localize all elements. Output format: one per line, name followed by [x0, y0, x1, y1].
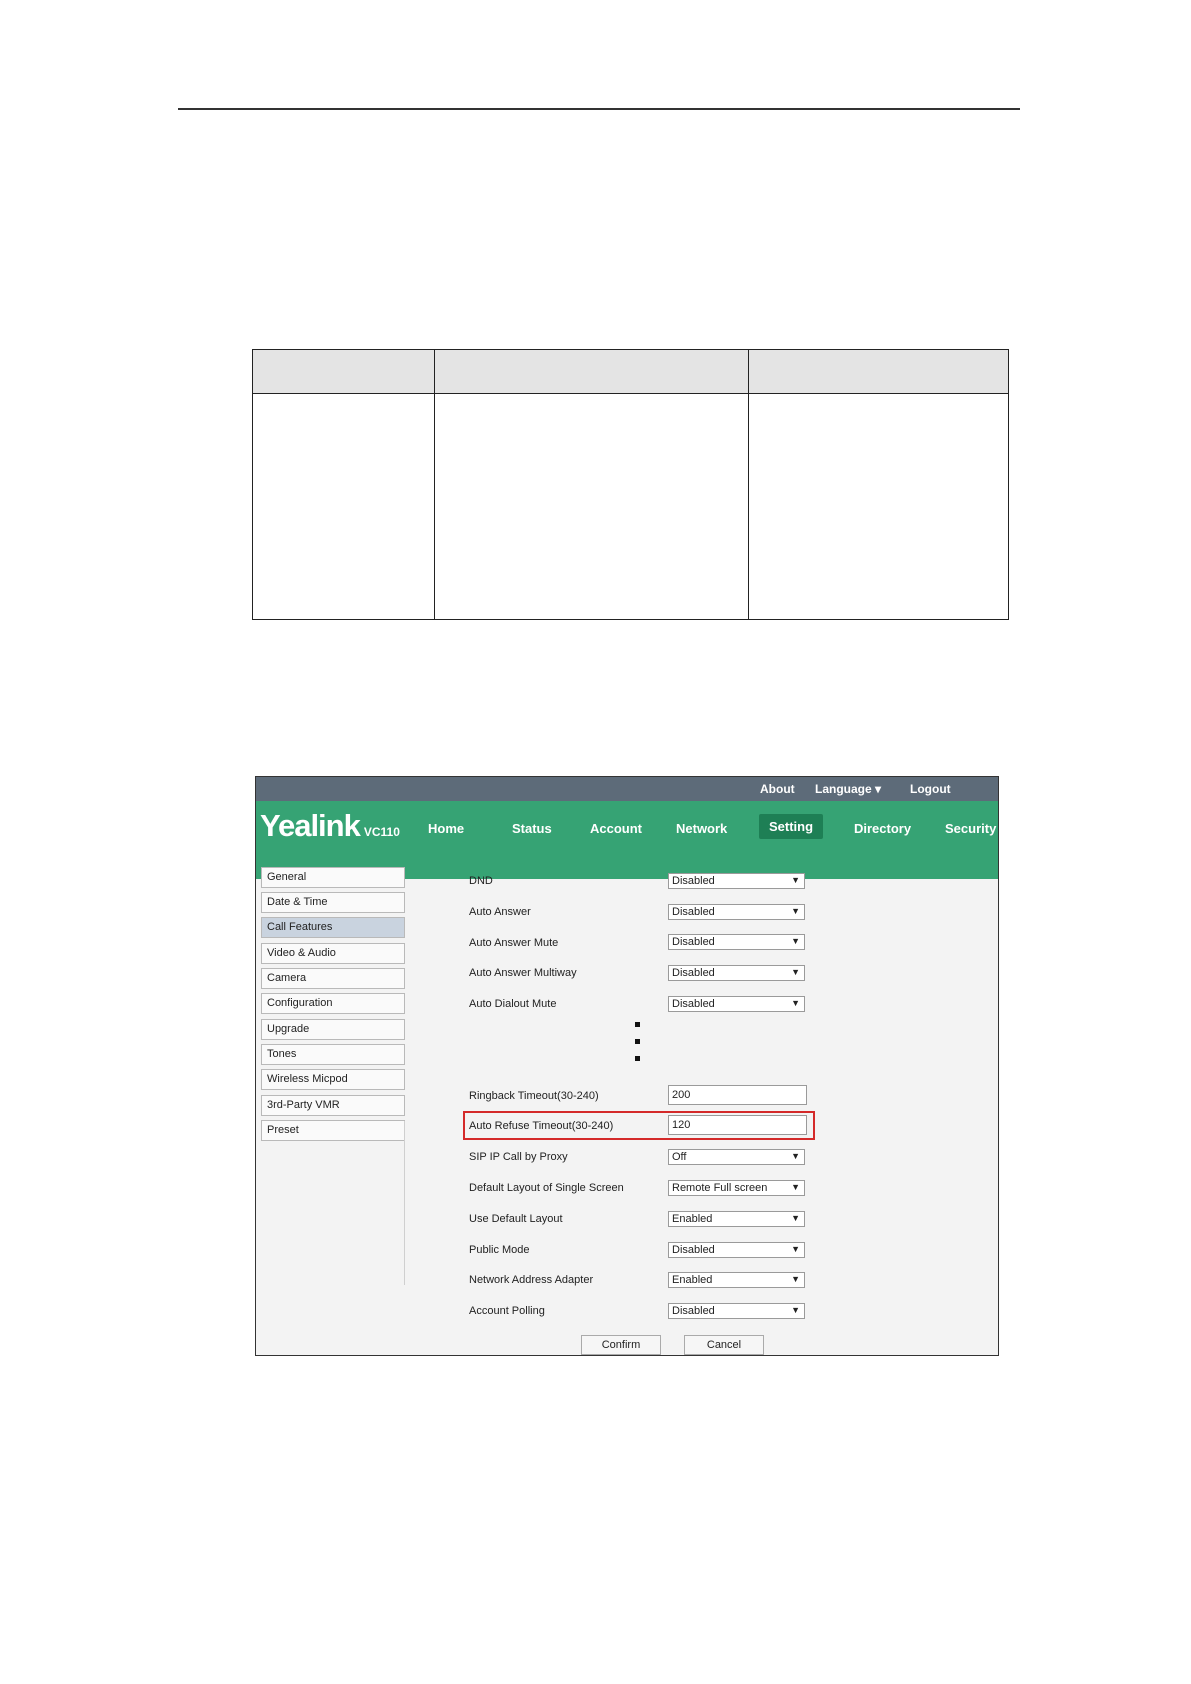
account-polling-label: Account Polling [469, 1305, 545, 1317]
network-address-adapter-value: Enabled [672, 1274, 713, 1286]
sidebar-item-tones[interactable]: Tones [261, 1044, 405, 1065]
sidebar-item-configuration[interactable]: Configuration [261, 993, 405, 1014]
nav-account[interactable]: Account [590, 821, 642, 836]
nav-status[interactable]: Status [512, 821, 552, 836]
sidebar-item-camera[interactable]: Camera [261, 968, 405, 989]
web-ui-screenshot: About Language ▾ Logout Yealink VC110 Hom… [255, 776, 999, 1356]
nav-network[interactable]: Network [676, 821, 727, 836]
about-link[interactable]: About [760, 782, 795, 796]
account-polling-select[interactable]: Disabled ▼ [668, 1303, 805, 1319]
chevron-down-icon: ▼ [791, 1244, 800, 1254]
public-mode-value: Disabled [672, 1244, 715, 1256]
auto-dialout-mute-value: Disabled [672, 998, 715, 1010]
top-bar: About Language ▾ Logout [256, 777, 998, 801]
sidebar-item-call-features[interactable]: Call Features [261, 917, 405, 938]
network-address-adapter-label: Network Address Adapter [469, 1274, 594, 1286]
logo-text: Yealink [260, 808, 361, 843]
auto-answer-multiway-label: Auto Answer Multiway [469, 967, 577, 979]
ringback-timeout-label: Ringback Timeout(30-240) [469, 1090, 599, 1102]
sip-ip-call-value: Off [672, 1151, 687, 1163]
yealink-logo: Yealink VC110 [260, 808, 400, 844]
sip-ip-call-select[interactable]: Off ▼ [668, 1149, 805, 1165]
default-layout-value: Remote Full screen [672, 1182, 768, 1194]
table-divider [748, 350, 749, 619]
chevron-down-icon: ▼ [791, 998, 800, 1008]
chevron-down-icon: ▼ [791, 1213, 800, 1223]
table-divider [434, 350, 435, 619]
chevron-down-icon: ▼ [791, 1274, 800, 1284]
auto-answer-multiway-select[interactable]: Disabled ▼ [668, 965, 805, 981]
sidebar-item-upgrade[interactable]: Upgrade [261, 1019, 405, 1040]
sidebar-item-preset[interactable]: Preset [261, 1120, 405, 1141]
cancel-button[interactable]: Cancel [684, 1335, 764, 1355]
nav-security[interactable]: Security [945, 821, 996, 836]
public-mode-label: Public Mode [469, 1244, 530, 1256]
chevron-down-icon: ▼ [791, 1305, 800, 1315]
ellipsis-dot [635, 1039, 640, 1044]
auto-answer-mute-select[interactable]: Disabled ▼ [668, 934, 805, 950]
header-rule [178, 108, 1020, 110]
auto-answer-mute-value: Disabled [672, 936, 715, 948]
ellipsis-dot [635, 1022, 640, 1027]
auto-answer-value: Disabled [672, 906, 715, 918]
chevron-down-icon: ▼ [791, 1151, 800, 1161]
public-mode-select[interactable]: Disabled ▼ [668, 1242, 805, 1258]
parameter-table [252, 349, 1009, 620]
use-default-layout-value: Enabled [672, 1213, 713, 1225]
dnd-label: DND [469, 875, 493, 887]
chevron-down-icon: ▼ [791, 906, 800, 916]
model-label: VC110 [363, 825, 400, 839]
confirm-button[interactable]: Confirm [581, 1335, 661, 1355]
auto-refuse-timeout-input[interactable]: 120 [668, 1115, 807, 1135]
default-layout-select[interactable]: Remote Full screen ▼ [668, 1180, 805, 1196]
auto-answer-label: Auto Answer [469, 906, 531, 918]
language-menu[interactable]: Language ▾ [815, 782, 881, 796]
table-header-row [253, 350, 1008, 394]
nav-directory[interactable]: Directory [854, 821, 911, 836]
auto-dialout-mute-label: Auto Dialout Mute [469, 998, 557, 1010]
nav-setting[interactable]: Setting [759, 814, 824, 839]
sidebar-item-wireless-micpod[interactable]: Wireless Micpod [261, 1069, 405, 1090]
nav-home[interactable]: Home [428, 821, 464, 836]
auto-answer-multiway-value: Disabled [672, 967, 715, 979]
default-layout-label: Default Layout of Single Screen [469, 1182, 624, 1194]
sidebar-divider [404, 1121, 405, 1285]
logout-link[interactable]: Logout [910, 782, 951, 796]
sidebar-item-3rd-party-vmr[interactable]: 3rd-Party VMR [261, 1095, 405, 1116]
chevron-down-icon: ▼ [791, 875, 800, 885]
use-default-layout-label: Use Default Layout [469, 1213, 563, 1225]
sip-ip-call-label: SIP IP Call by Proxy [469, 1151, 568, 1163]
ellipsis-dot [635, 1056, 640, 1061]
ringback-timeout-input[interactable]: 200 [668, 1085, 807, 1105]
auto-dialout-mute-select[interactable]: Disabled ▼ [668, 996, 805, 1012]
use-default-layout-select[interactable]: Enabled ▼ [668, 1211, 805, 1227]
sidebar-item-date-time[interactable]: Date & Time [261, 892, 405, 913]
chevron-down-icon: ▼ [791, 1182, 800, 1192]
chevron-down-icon: ▼ [791, 936, 800, 946]
dnd-value: Disabled [672, 875, 715, 887]
sidebar-item-general[interactable]: General [261, 867, 405, 888]
dnd-select[interactable]: Disabled ▼ [668, 873, 805, 889]
auto-answer-select[interactable]: Disabled ▼ [668, 904, 805, 920]
sidebar-item-video-audio[interactable]: Video & Audio [261, 943, 405, 964]
auto-answer-mute-label: Auto Answer Mute [469, 937, 559, 949]
account-polling-value: Disabled [672, 1305, 715, 1317]
network-address-adapter-select[interactable]: Enabled ▼ [668, 1272, 805, 1288]
auto-refuse-timeout-label: Auto Refuse Timeout(30-240) [469, 1120, 614, 1132]
chevron-down-icon: ▼ [791, 967, 800, 977]
